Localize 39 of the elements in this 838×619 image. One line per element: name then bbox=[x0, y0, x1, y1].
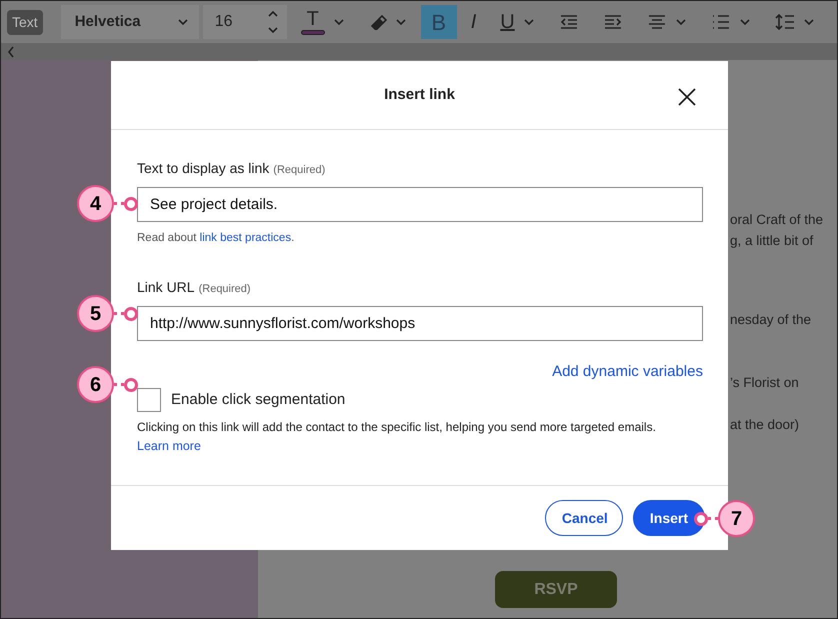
required-note: (Required) bbox=[198, 283, 251, 296]
learn-more-link[interactable]: Learn more bbox=[137, 438, 201, 453]
field-label: Text to display as link bbox=[137, 160, 270, 176]
close-icon bbox=[676, 86, 698, 108]
outdent-icon bbox=[558, 14, 579, 30]
insert-button[interactable]: Insert bbox=[632, 500, 705, 536]
page-text: nesday of the bbox=[730, 311, 812, 329]
help-text: Read about bbox=[137, 232, 198, 244]
page-text: oral Craft of the bbox=[730, 211, 824, 229]
checkbox-label: Enable click segmentation bbox=[171, 390, 346, 410]
field-label: Link URL bbox=[137, 279, 195, 296]
checkbox[interactable] bbox=[137, 388, 161, 412]
tool-button[interactable]: T bbox=[290, 5, 355, 39]
callout-badge: 7 bbox=[718, 500, 755, 537]
dynamic-variables-link[interactable]: Add dynamic variables bbox=[552, 363, 703, 380]
page-text: g, a little bit of bbox=[730, 232, 814, 250]
list-icon bbox=[710, 14, 731, 30]
text-color-glyph: T bbox=[300, 9, 325, 35]
best-practices-link[interactable]: link best practices bbox=[200, 232, 292, 244]
align-center-icon bbox=[646, 14, 667, 30]
tool-button[interactable]: U bbox=[490, 5, 545, 39]
font-size-field[interactable]: 16 bbox=[202, 5, 287, 39]
chevron-left-icon[interactable] bbox=[7, 46, 15, 58]
dialog-title: Insert link bbox=[384, 84, 455, 105]
font-dropdown[interactable]: Helvetica bbox=[60, 5, 199, 39]
style-badge[interactable]: Text bbox=[7, 10, 43, 34]
segmentation-description: Clicking on this link will add the contact to the specific list, helping you send more targeted emails. bbox=[137, 418, 657, 436]
link-text-field[interactable]: See project details. bbox=[137, 187, 703, 222]
page-text: at the door) bbox=[730, 416, 800, 434]
link-url-field[interactable]: http://www.sunnysflorist.com/workshops bbox=[137, 306, 703, 342]
help-text: . bbox=[291, 232, 294, 244]
tool-button[interactable]: I bbox=[460, 5, 486, 39]
rsvp-button[interactable]: RSVP bbox=[495, 571, 617, 608]
marker-icon bbox=[368, 14, 387, 30]
indent-icon bbox=[602, 14, 623, 30]
page-text: ’s Florist on bbox=[730, 374, 799, 392]
cancel-button[interactable]: Cancel bbox=[544, 500, 623, 536]
line-height-icon bbox=[774, 13, 795, 31]
required-note: (Required) bbox=[273, 164, 326, 176]
